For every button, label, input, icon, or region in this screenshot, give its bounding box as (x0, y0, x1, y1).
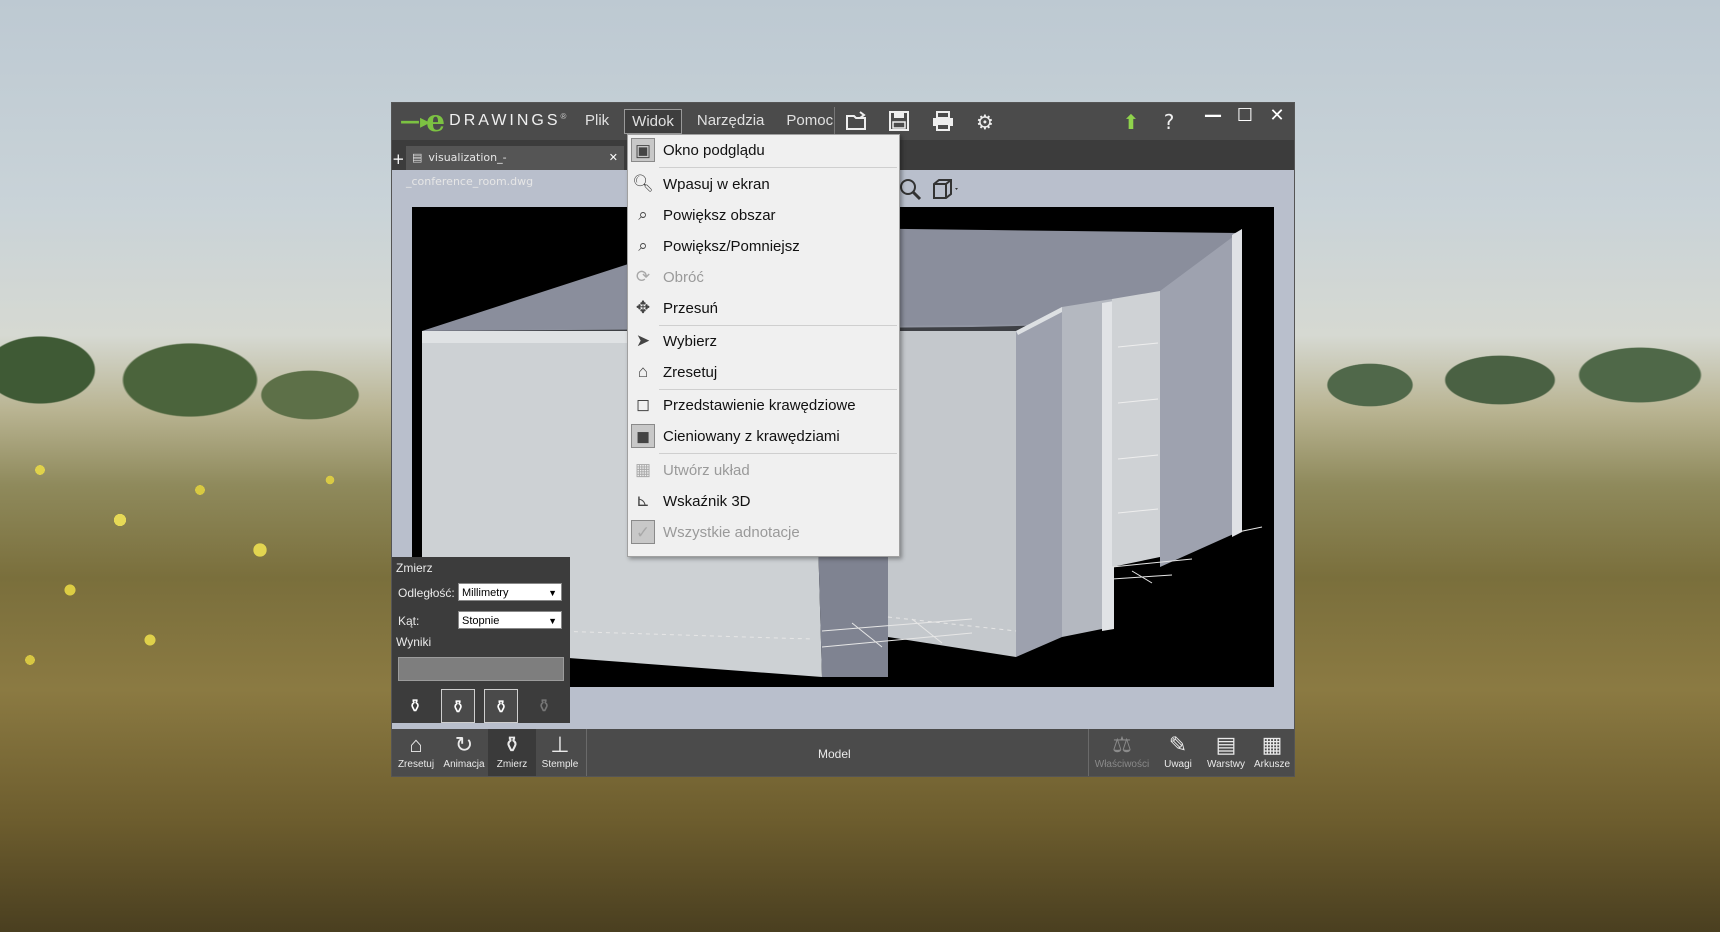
measure-button[interactable]: ⚱ Zmierz (488, 729, 536, 776)
properties-scale-icon: ⚖ (1112, 732, 1132, 757)
angle-units-value: Stopnie (462, 615, 500, 627)
measure-icon: ⚱ (502, 732, 522, 757)
stamp-icon: ⊥ (550, 732, 570, 757)
open-folder-icon[interactable] (844, 110, 870, 134)
menu-separator (659, 167, 897, 168)
help-icon[interactable]: ? (1156, 110, 1182, 134)
menu-item-zoom-area[interactable]: ⌕ Powiększ obszar (628, 200, 899, 230)
zoom-in-out-icon: ⌕ (638, 236, 648, 255)
checkmark-icon: ✓ (631, 520, 655, 544)
angle-row: Kąt: Stopnie ▼ (398, 611, 568, 631)
toolbar-separator (834, 107, 835, 137)
menu-item-reset[interactable]: ⌂ Zresetuj (628, 357, 899, 387)
distance-row: Odległość: Millimetry ▼ (398, 583, 568, 603)
menu-item-zoom-fit[interactable]: 🔍︎ Wpasuj w ekran (628, 169, 899, 199)
menu-item-select[interactable]: ➤ Wybierz (628, 326, 899, 356)
animation-icon: ↻ (454, 732, 474, 757)
animation-button[interactable]: ↻ Animacja (440, 729, 488, 776)
edrawings-logo: —▸ e DRAWINGS® (400, 104, 570, 139)
home-icon: ⌂ (637, 362, 649, 381)
preview-window-icon: ▣ (631, 138, 655, 162)
layers-button[interactable]: ▤ Warstwy (1202, 729, 1250, 776)
menu-item-zoom-in-out[interactable]: ⌕ Powiększ/Pomniejsz (628, 231, 899, 261)
angle-label: Kąt: (398, 614, 420, 628)
print-icon[interactable] (930, 110, 956, 134)
menu-narzedzia[interactable]: Narzędzia (690, 109, 772, 134)
document-tab[interactable]: ▤ visualization_-_conference_room.dwg ✕ (406, 146, 624, 188)
update-arrow-icon[interactable]: ⬆ (1118, 110, 1144, 134)
menu-item-preview-window[interactable]: ▣ Okno podglądu (628, 135, 899, 165)
shaded-cube-icon: ◼ (631, 424, 655, 448)
settings-gear-icon[interactable]: ⚙ (972, 110, 998, 134)
select-arrow-icon: ➤ (635, 331, 651, 350)
bottom-toolbar: ⌂ Zresetuj ↻ Animacja ⚱ Zmierz ⊥ Stemple… (392, 729, 1294, 776)
properties-button: ⚖ Właściwości (1092, 729, 1152, 776)
minimize-icon[interactable]: — (1200, 105, 1226, 126)
angle-units-select[interactable]: Stopnie ▼ (458, 611, 562, 629)
menu-pomoc[interactable]: Pomoc (779, 109, 840, 134)
sheets-button[interactable]: ▦ Arkusze (1248, 729, 1296, 776)
results-label: Wyniki (396, 635, 432, 649)
wireframe-cube-icon: ◻ (635, 395, 651, 414)
measure-tools: ⚱ ⚱ ⚱ ⚱ (398, 689, 570, 723)
menu-item-all-annotations: ✓ Wszystkie adnotacje (628, 517, 899, 547)
chevron-down-icon: ▼ (548, 616, 557, 626)
display-style-cube-icon[interactable] (928, 177, 964, 201)
measure-panel: Zmierz Odległość: Millimetry ▼ Kąt: Stop… (392, 557, 570, 723)
menu-item-pan[interactable]: ✥ Przesuń (628, 293, 899, 323)
results-field (398, 657, 564, 681)
stamps-button[interactable]: ⊥ Stemple (536, 729, 584, 776)
menu-plik[interactable]: Plik (578, 109, 616, 134)
logo-mark: e (426, 103, 446, 139)
view-toolbar (892, 177, 964, 201)
measure-line-icon[interactable]: ⚱ (441, 689, 475, 723)
notes-button[interactable]: ✎ Uwagi (1154, 729, 1202, 776)
chevron-down-icon: ▼ (548, 588, 557, 598)
maximize-icon[interactable]: ☐ (1232, 105, 1258, 126)
measure-point-icon[interactable]: ⚱ (398, 689, 432, 723)
menu-widok[interactable]: Widok (624, 109, 682, 134)
menu-separator (659, 453, 897, 454)
new-tab-plus-icon[interactable]: + (392, 151, 405, 167)
model-tab-label[interactable]: Model (818, 747, 851, 761)
save-icon[interactable] (886, 110, 912, 134)
menu-item-shaded-with-edges[interactable]: ◼ Cieniowany z krawędziami (628, 421, 899, 451)
distance-label: Odległość: (398, 586, 455, 600)
reset-button[interactable]: ⌂ Zresetuj (392, 729, 440, 776)
layers-icon: ▤ (1215, 732, 1237, 757)
rotate-icon: ⟳ (635, 267, 651, 286)
distance-units-value: Millimetry (462, 587, 509, 599)
create-layout-icon: ▦ (634, 460, 652, 479)
zoom-area-icon: ⌕ (638, 205, 648, 224)
home-icon: ⌂ (409, 732, 423, 757)
tab-close-icon[interactable]: ✕ (609, 146, 618, 170)
zoom-fit-icon: 🔍︎ (632, 174, 654, 193)
measure-panel-title: Zmierz (396, 561, 433, 575)
widok-dropdown-menu: ▣ Okno podglądu 🔍︎ Wpasuj w ekran ⌕ Powi… (627, 134, 900, 557)
logo-text: DRAWINGS® (449, 112, 570, 129)
background-flowers (0, 430, 380, 710)
bottom-separator (1088, 729, 1089, 776)
sheets-icon: ▦ (1261, 732, 1283, 757)
distance-units-select[interactable]: Millimetry ▼ (458, 583, 562, 601)
pan-icon: ✥ (635, 298, 651, 317)
menu-item-wireframe[interactable]: ◻ Przedstawienie krawędziowe (628, 390, 899, 420)
menu-item-create-layout: ▦ Utwórz układ (628, 455, 899, 485)
menu-item-rotate: ⟳ Obróć (628, 262, 899, 292)
close-icon[interactable]: ✕ (1264, 105, 1290, 126)
bottom-separator (586, 729, 587, 776)
3d-pointer-icon: ⊾ (635, 491, 651, 510)
file-icon: ▤ (412, 151, 423, 164)
menu-bar: Plik Widok Narzędzia Pomoc (578, 109, 848, 134)
menu-item-3d-pointer[interactable]: ⊾ Wskaźnik 3D (628, 486, 899, 516)
pencil-icon: ✎ (1168, 732, 1188, 757)
measure-area-icon[interactable]: ⚱ (484, 689, 518, 723)
document-tab-label: visualization_-_conference_room.dwg (406, 151, 534, 188)
measure-disabled-icon: ⚱ (536, 696, 552, 716)
